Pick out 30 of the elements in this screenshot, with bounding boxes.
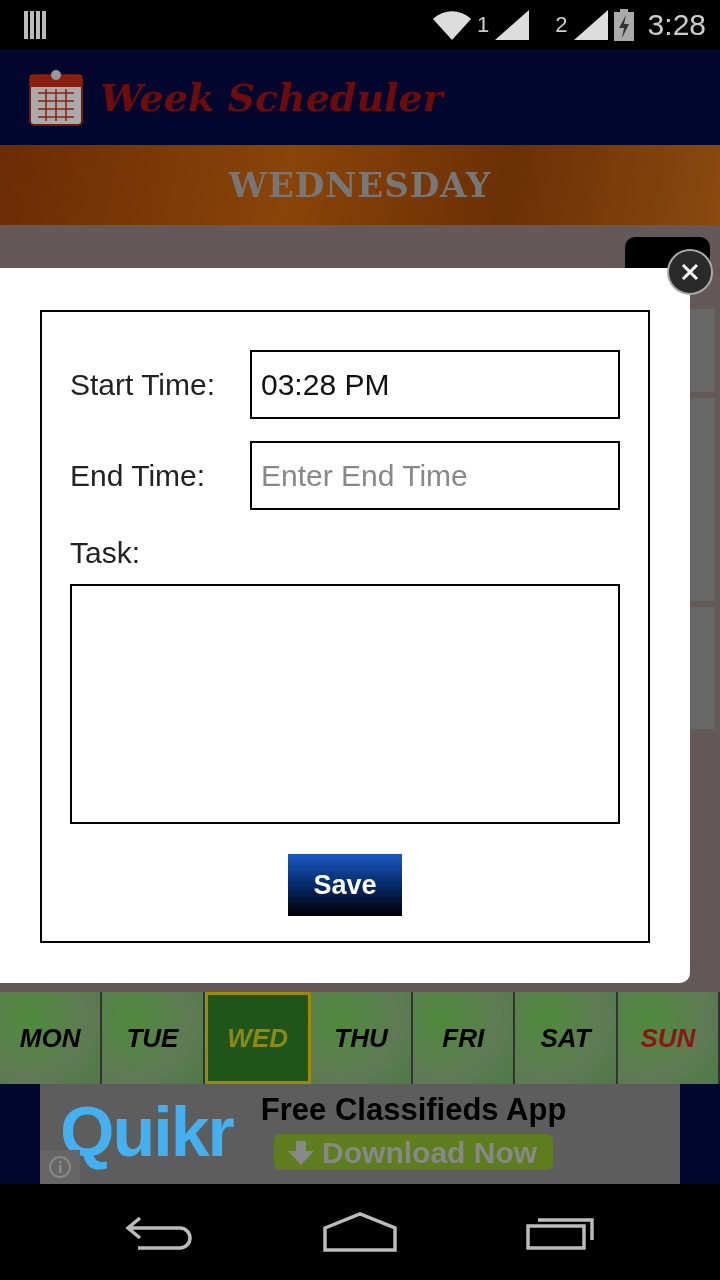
field-label: Start Time: — [70, 367, 217, 402]
clock: 3:28 — [647, 8, 706, 42]
signal-icon — [495, 10, 530, 40]
close-icon — [680, 262, 700, 282]
home-icon[interactable] — [323, 1212, 397, 1252]
ad-headline: Free Classifieds App — [260, 1092, 567, 1128]
notification-icon — [24, 11, 48, 39]
save-button[interactable]: Save — [288, 854, 402, 916]
wifi-icon — [433, 10, 472, 40]
time-field[interactable]: 03:28 PM — [250, 350, 620, 419]
day-tab[interactable]: FRI — [413, 992, 516, 1084]
day-tab[interactable]: WED — [204, 992, 311, 1084]
day-tab[interactable]: TUE — [102, 992, 205, 1084]
day-tab[interactable]: SAT — [515, 992, 618, 1084]
field-label: Task: — [70, 536, 142, 570]
time-field[interactable]: Enter End Time — [250, 441, 620, 510]
calendar-icon — [28, 68, 84, 127]
down-arrow-icon — [288, 1141, 315, 1165]
signal-icon — [573, 10, 608, 40]
field-label: End Time: — [70, 458, 207, 493]
sim-number: 2 — [555, 12, 568, 38]
day-tab[interactable]: THU — [310, 992, 414, 1084]
ad-logo: Quikr — [60, 1092, 233, 1173]
day-tab[interactable]: MON — [0, 992, 103, 1084]
task-field[interactable] — [70, 584, 620, 824]
day-title: WEDNESDAY — [228, 165, 492, 205]
battery-icon — [613, 9, 634, 41]
back-icon[interactable] — [124, 1214, 195, 1250]
sim-number: 1 — [477, 12, 490, 38]
app-title: Week Scheduler — [100, 75, 443, 120]
